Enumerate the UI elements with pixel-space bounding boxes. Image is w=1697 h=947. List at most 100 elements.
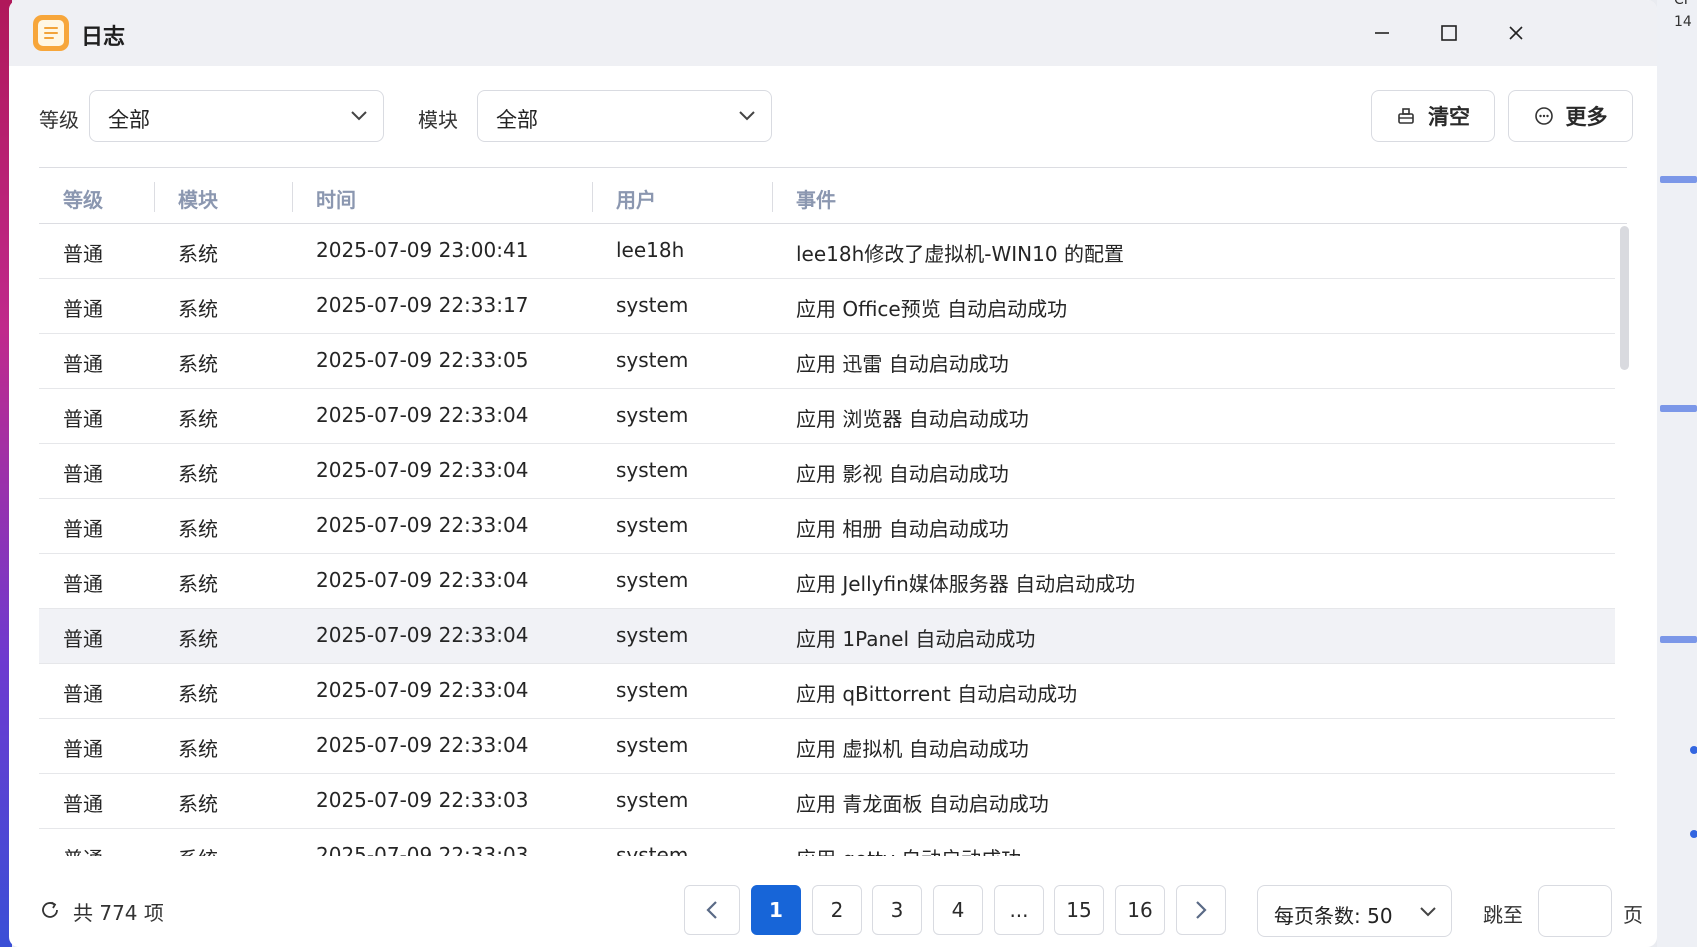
- cell-event: lee18h修改了虚拟机-WIN10 的配置: [796, 242, 1124, 266]
- cell-user: system: [616, 843, 689, 856]
- column-divider: [292, 182, 293, 212]
- desktop-background-right: CP 14: [1657, 0, 1697, 947]
- cell-level: 普通: [63, 682, 103, 706]
- page-button-1[interactable]: 1: [751, 885, 801, 935]
- table-row[interactable]: 普通 系统 2025-07-09 22:33:04 system 应用 虚拟机 自动启动…: [39, 719, 1615, 774]
- cell-time: 2025-07-09 22:33:04: [316, 623, 529, 647]
- cell-event: 应用 影视 自动启动成功: [796, 462, 1009, 486]
- cell-level: 普通: [63, 572, 103, 596]
- background-text-2: 14: [1674, 14, 1692, 30]
- cell-event: 应用 相册 自动启动成功: [796, 517, 1009, 541]
- refresh-icon[interactable]: [39, 899, 61, 921]
- log-app-icon: [33, 15, 69, 51]
- column-header-time[interactable]: 时间: [316, 184, 356, 213]
- cell-event: 应用 qBittorrent 自动启动成功: [796, 682, 1078, 706]
- table-row[interactable]: 普通 系统 2025-07-09 22:33:04 system 应用 影视 自动启动成…: [39, 444, 1615, 499]
- cell-time: 2025-07-09 22:33:04: [316, 678, 529, 702]
- column-header-user[interactable]: 用户: [616, 184, 656, 213]
- cell-module: 系统: [178, 462, 218, 486]
- cell-module: 系统: [178, 242, 218, 266]
- cell-user: system: [616, 348, 689, 372]
- column-header-level[interactable]: 等级: [63, 184, 103, 213]
- cell-event: 应用 浏览器 自动启动成功: [796, 407, 1029, 431]
- next-page-button[interactable]: [1176, 885, 1226, 935]
- page-size-select[interactable]: 每页条数: 50: [1257, 885, 1452, 937]
- cell-time: 2025-07-09 22:33:04: [316, 568, 529, 592]
- cell-level: 普通: [63, 792, 103, 816]
- page-suffix-label: 页: [1623, 903, 1643, 927]
- cell-user: system: [616, 568, 689, 592]
- table-row[interactable]: 普通 系统 2025-07-09 22:33:04 system 应用 相册 自动启动成…: [39, 499, 1615, 554]
- background-bar: [1660, 176, 1697, 183]
- column-header-event[interactable]: 事件: [796, 184, 836, 213]
- page-button-16[interactable]: 16: [1115, 885, 1165, 935]
- table-row[interactable]: 普通 系统 2025-07-09 22:33:04 system 应用 qBittorr…: [39, 664, 1615, 719]
- page-button-3[interactable]: 3: [872, 885, 922, 935]
- title-bar[interactable]: 日志: [9, 0, 1657, 66]
- prev-page-button[interactable]: [684, 885, 740, 935]
- cell-level: 普通: [63, 407, 103, 431]
- cell-time: 2025-07-09 22:33:04: [316, 458, 529, 482]
- cell-event: 应用 迅雷 自动启动成功: [796, 352, 1009, 376]
- table-row[interactable]: 普通 系统 2025-07-09 22:33:04 system 应用 Jellyfin…: [39, 554, 1615, 609]
- minimize-icon: [1375, 32, 1389, 34]
- cell-level: 普通: [63, 297, 103, 321]
- cell-time: 2025-07-09 22:33:04: [316, 403, 529, 427]
- cell-module: 系统: [178, 572, 218, 596]
- table-row[interactable]: 普通 系统 2025-07-09 22:33:04 system 应用 1Panel 自…: [39, 609, 1615, 664]
- cell-event: 应用 1Panel 自动启动成功: [796, 627, 1036, 651]
- page-ellipsis-button[interactable]: ...: [994, 885, 1044, 935]
- page-button-15[interactable]: 15: [1054, 885, 1104, 935]
- column-divider: [154, 182, 155, 212]
- table-row[interactable]: 普通 系统 2025-07-09 22:33:05 system 应用 迅雷 自动启动成…: [39, 334, 1615, 389]
- maximize-button[interactable]: [1429, 14, 1469, 52]
- more-button[interactable]: 更多: [1508, 90, 1633, 142]
- table-row[interactable]: 普通 系统 2025-07-09 22:33:04 system 应用 浏览器 自动启动…: [39, 389, 1615, 444]
- cell-module: 系统: [178, 297, 218, 321]
- table-row[interactable]: 普通 系统 2025-07-09 22:33:17 system 应用 Office预览…: [39, 279, 1615, 334]
- table-top-divider: [39, 167, 1627, 168]
- cell-time: 2025-07-09 22:33:03: [316, 788, 529, 812]
- background-dot: [1690, 830, 1697, 838]
- cell-event: 应用 gotty 自动启动成功: [796, 843, 1021, 856]
- cell-user: system: [616, 293, 689, 317]
- table-row[interactable]: 普通 系统 2025-07-09 23:00:41 lee18h lee18h修改了虚拟…: [39, 224, 1615, 279]
- table-row[interactable]: 普通 系统 2025-07-09 22:33:03 system 应用 gotty 自动…: [39, 829, 1615, 856]
- chevron-left-icon: [706, 901, 717, 919]
- jump-page-input[interactable]: [1538, 885, 1612, 937]
- close-button[interactable]: [1496, 14, 1536, 52]
- chevron-down-icon: [1420, 907, 1436, 917]
- page-button-2[interactable]: 2: [812, 885, 862, 935]
- cell-user: system: [616, 403, 689, 427]
- minimize-button[interactable]: [1362, 14, 1402, 52]
- cell-user: system: [616, 788, 689, 812]
- cell-time: 2025-07-09 22:33:17: [316, 293, 529, 317]
- cell-time: 2025-07-09 22:33:05: [316, 348, 529, 372]
- level-select-value: 全部: [108, 108, 150, 132]
- background-dot: [1690, 746, 1697, 754]
- cell-user: system: [616, 733, 689, 757]
- cell-module: 系统: [178, 517, 218, 541]
- module-select-value: 全部: [496, 108, 538, 132]
- background-bar: [1660, 636, 1697, 643]
- table-scrollbar[interactable]: [1620, 226, 1629, 370]
- module-select[interactable]: 全部: [477, 90, 772, 142]
- level-select[interactable]: 全部: [89, 90, 384, 142]
- more-button-label: 更多: [1565, 105, 1608, 129]
- log-table-body: 普通 系统 2025-07-09 23:00:41 lee18h lee18h修改了虚拟…: [39, 224, 1615, 856]
- cell-level: 普通: [63, 737, 103, 761]
- cell-module: 系统: [178, 843, 218, 856]
- page-button-4[interactable]: 4: [933, 885, 983, 935]
- cell-level: 普通: [63, 517, 103, 541]
- background-text-1: CP: [1674, 0, 1693, 8]
- column-header-module[interactable]: 模块: [178, 184, 218, 213]
- table-row[interactable]: 普通 系统 2025-07-09 22:33:03 system 应用 青龙面板 自动启…: [39, 774, 1615, 829]
- cell-time: 2025-07-09 22:33:04: [316, 733, 529, 757]
- cell-module: 系统: [178, 682, 218, 706]
- cell-module: 系统: [178, 792, 218, 816]
- jump-to-label: 跳至: [1483, 903, 1523, 927]
- total-count: 共 774 项: [73, 901, 164, 925]
- cell-user: system: [616, 513, 689, 537]
- clear-button[interactable]: 清空: [1371, 90, 1495, 142]
- chevron-down-icon: [739, 111, 755, 121]
